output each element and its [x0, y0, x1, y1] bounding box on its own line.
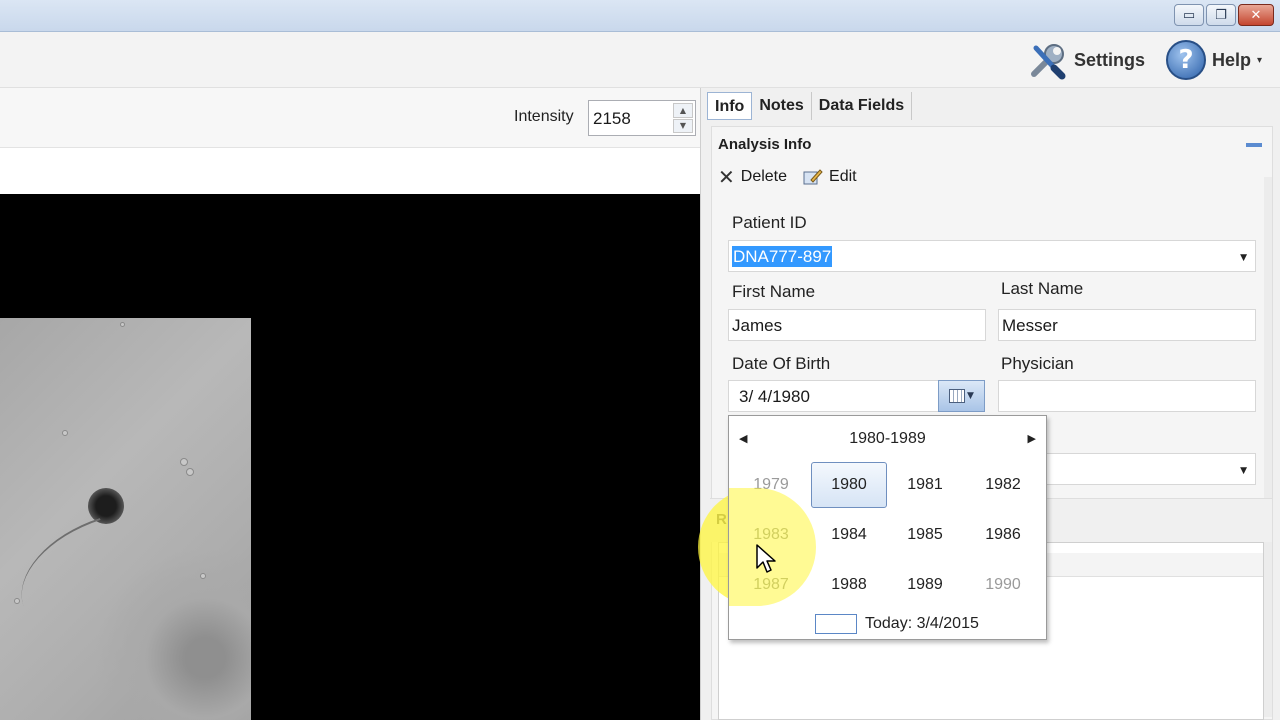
spin-up-icon[interactable]: ▲ [673, 103, 693, 118]
chevron-down-icon[interactable]: ▼ [1240, 466, 1247, 476]
mouse-pointer-icon [756, 544, 776, 573]
sperm-cell-head [88, 488, 124, 524]
help-label: Help [1212, 49, 1252, 70]
today-box [815, 614, 857, 634]
sperm-cell-tail [4, 518, 119, 606]
settings-label: Settings [1074, 49, 1146, 70]
date-of-birth-field[interactable]: 3/ 4/1980 [728, 380, 940, 412]
chevron-down-icon[interactable]: ▼ [1240, 253, 1247, 263]
edit-button[interactable]: Edit [803, 167, 857, 187]
settings-button[interactable]: Settings [1028, 38, 1145, 82]
tab-notes[interactable]: Notes [752, 92, 812, 120]
calendar-dropdown-button[interactable]: ▼ [938, 380, 985, 412]
year-cell-1985[interactable]: 1985 [887, 512, 963, 558]
help-icon: ? [1166, 40, 1206, 80]
restore-icon[interactable]: ❐ [1206, 4, 1236, 26]
delete-label: Delete [740, 168, 788, 185]
year-cell-1988[interactable]: 1988 [811, 562, 887, 608]
decade-header[interactable]: 1980-1989 [729, 430, 1046, 448]
viewer-toolbar: Intensity 2158 ▲ ▼ [0, 88, 700, 148]
debris-speck [62, 430, 68, 436]
calendar-icon [949, 389, 966, 403]
debris-speck [120, 322, 125, 327]
close-icon[interactable]: ✕ [1238, 4, 1274, 26]
edit-label: Edit [829, 168, 857, 185]
intensity-value[interactable]: 2158 [593, 109, 631, 129]
year-cell-1989[interactable]: 1989 [887, 562, 963, 608]
year-cell-1990[interactable]: 1990 [965, 562, 1041, 608]
patient-id-label: Patient ID [732, 213, 807, 232]
wrench-screwdriver-icon [1031, 44, 1066, 80]
intensity-spinner: ▲ ▼ [673, 103, 693, 133]
delete-x-icon: ✕ [718, 165, 735, 189]
year-cell-1980[interactable]: 1980 [811, 462, 887, 508]
help-button[interactable]: ? Help ▾ [1166, 38, 1262, 82]
debris-speck [14, 598, 20, 604]
section-title: Analysis Info [718, 136, 812, 153]
last-name-label: Last Name [1001, 279, 1084, 298]
patient-id-value: DNA777-897 [732, 246, 833, 267]
edit-icon [803, 169, 823, 185]
year-cell-1986[interactable]: 1986 [965, 512, 1041, 558]
physician-field[interactable] [998, 380, 1256, 412]
chevron-down-icon: ▾ [1257, 54, 1263, 66]
debris-speck [200, 573, 206, 579]
collapse-icon[interactable] [1246, 143, 1262, 147]
intensity-stepper[interactable]: 2158 ▲ ▼ [588, 100, 696, 136]
today-link[interactable]: Today: 3/4/2015 [815, 614, 979, 634]
tab-data-fields[interactable]: Data Fields [812, 92, 913, 120]
panel-tabs: Info Notes Data Fields [707, 92, 913, 120]
tab-info[interactable]: Info [707, 92, 753, 120]
year-cell-1984[interactable]: 1984 [811, 512, 887, 558]
minimize-icon[interactable]: ▭ [1174, 4, 1204, 26]
physician-label: Physician [1001, 354, 1074, 373]
delete-button[interactable]: ✕ Delete [718, 167, 787, 187]
today-label: Today: 3/4/2015 [865, 615, 979, 632]
first-name-field[interactable]: James [728, 309, 986, 341]
debris-speck [180, 458, 188, 466]
chevron-down-icon: ▼ [967, 391, 974, 401]
date-of-birth-label: Date Of Birth [732, 354, 831, 373]
panel-scrollbar[interactable] [1264, 177, 1272, 717]
debris-speck [186, 468, 194, 476]
viewer-spacer [0, 148, 700, 194]
window-title-bar: ▭ ❐ ✕ [0, 0, 1280, 32]
ribbon-toolbar: Settings ? Help ▾ [0, 32, 1280, 88]
year-cell-1981[interactable]: 1981 [887, 462, 963, 508]
spin-down-icon[interactable]: ▼ [673, 118, 693, 133]
year-cell-1982[interactable]: 1982 [965, 462, 1041, 508]
first-name-label: First Name [732, 282, 816, 301]
last-name-field[interactable]: Messer [998, 309, 1256, 341]
intensity-label: Intensity [514, 108, 574, 125]
patient-id-combobox[interactable]: DNA777-897 ▼ [728, 240, 1256, 272]
next-decade-icon[interactable]: ▶ [1028, 432, 1036, 445]
microscope-image [0, 318, 251, 720]
window-controls: ▭ ❐ ✕ [1174, 4, 1274, 26]
image-viewer[interactable] [0, 194, 700, 720]
section-actions: ✕ Delete Edit [718, 167, 857, 187]
